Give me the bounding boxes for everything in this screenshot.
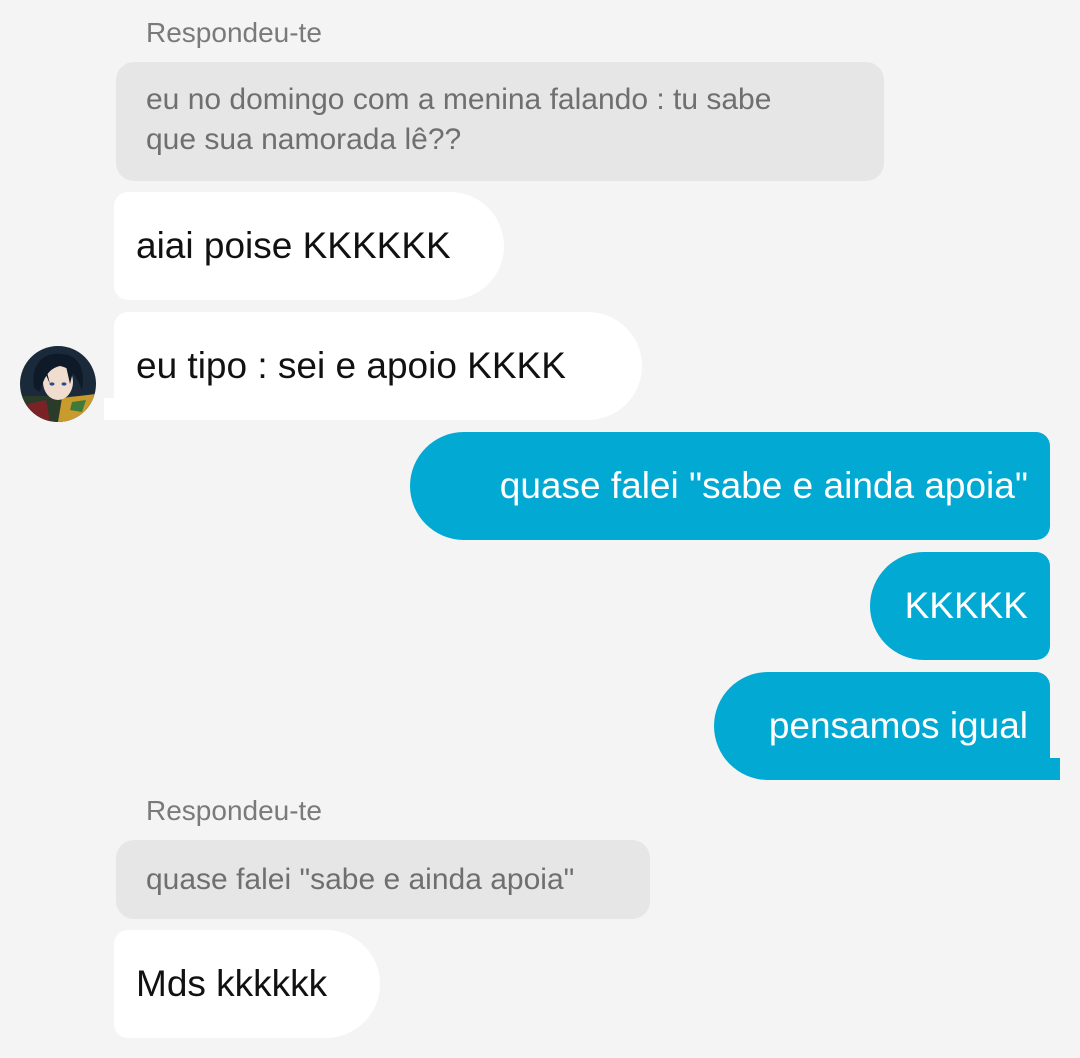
avatar[interactable]	[20, 346, 96, 422]
outgoing-message[interactable]: pensamos igual	[714, 672, 1050, 780]
quoted-message[interactable]: quase falei "sabe e ainda apoia"	[116, 840, 650, 919]
outgoing-message[interactable]: KKKKK	[870, 552, 1050, 660]
incoming-message[interactable]: eu tipo : sei e apoio KKKK	[114, 312, 642, 420]
incoming-message[interactable]: Mds kkkkkk	[114, 930, 380, 1038]
quoted-message[interactable]: eu no domingo com a menina falando : tu …	[116, 62, 884, 181]
reply-label: Respondeu-te	[146, 17, 322, 48]
quoted-message-line: que sua namorada lê??	[146, 123, 462, 156]
reply-label: Respondeu-te	[146, 795, 322, 826]
outgoing-message[interactable]: quase falei "sabe e ainda apoia"	[410, 432, 1050, 540]
quoted-message-line: eu no domingo com a menina falando : tu …	[146, 83, 772, 116]
quoted-message-line: quase falei "sabe e ainda apoia"	[146, 863, 575, 896]
anime-avatar-icon	[20, 346, 96, 422]
incoming-message[interactable]: aiai poise KKKKKK	[114, 192, 504, 300]
